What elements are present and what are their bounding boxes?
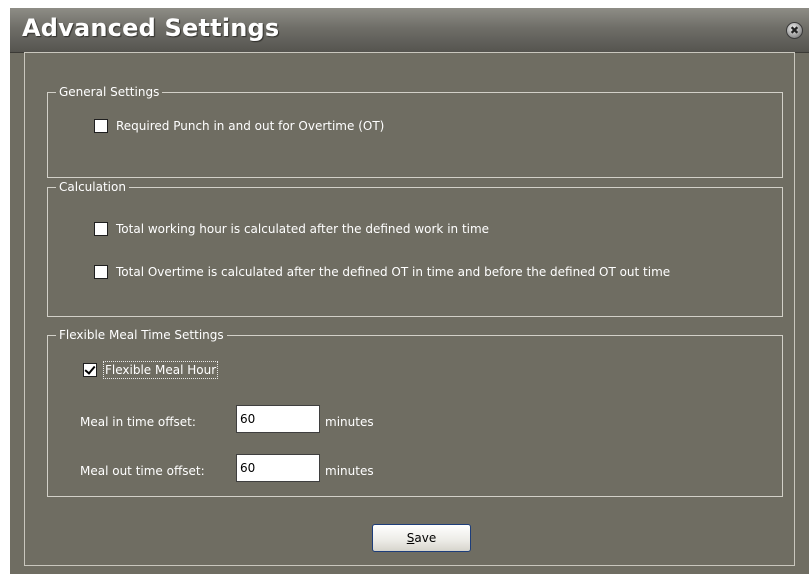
flexible-meal-hour-checkbox[interactable]: [83, 363, 97, 377]
required-punch-option[interactable]: Required Punch in and out for Overtime (…: [94, 119, 384, 133]
flexible-meal-hour-label: Flexible Meal Hour: [102, 361, 219, 379]
calculation-group: Calculation Total working hour is calcul…: [47, 179, 783, 317]
flexible-meal-group: Flexible Meal Time Settings Flexible Mea…: [47, 327, 783, 497]
total-working-hour-checkbox[interactable]: [94, 222, 108, 236]
meal-out-offset-label: Meal out time offset:: [80, 464, 205, 478]
window-title: Advanced Settings: [22, 14, 280, 42]
calculation-legend: Calculation: [56, 179, 129, 195]
flexible-meal-hour-option[interactable]: Flexible Meal Hour: [83, 361, 219, 379]
meal-out-unit-label: minutes: [325, 464, 374, 478]
required-punch-label: Required Punch in and out for Overtime (…: [116, 119, 385, 133]
meal-out-offset-input[interactable]: [236, 454, 320, 482]
total-overtime-label: Total Overtime is calculated after the d…: [116, 265, 671, 279]
close-icon[interactable]: ✖: [786, 22, 803, 39]
required-punch-checkbox[interactable]: [94, 119, 108, 133]
total-overtime-checkbox[interactable]: [94, 265, 108, 279]
total-working-hour-label: Total working hour is calculated after t…: [116, 222, 490, 236]
total-overtime-option[interactable]: Total Overtime is calculated after the d…: [94, 265, 670, 279]
settings-panel: General Settings Required Punch in and o…: [24, 52, 795, 566]
save-button-label: ave: [414, 531, 437, 545]
general-settings-group: General Settings Required Punch in and o…: [47, 84, 783, 178]
total-working-hour-option[interactable]: Total working hour is calculated after t…: [94, 222, 489, 236]
title-bar[interactable]: Advanced Settings ✖: [10, 8, 809, 53]
advanced-settings-window: Advanced Settings ✖ General Settings Req…: [10, 8, 809, 574]
general-settings-legend: General Settings: [56, 84, 163, 100]
meal-in-unit-label: minutes: [325, 415, 374, 429]
meal-in-offset-input[interactable]: [236, 405, 320, 433]
meal-in-offset-label: Meal in time offset:: [80, 415, 196, 429]
flexible-meal-legend: Flexible Meal Time Settings: [56, 327, 227, 343]
save-button[interactable]: Save: [372, 524, 471, 552]
